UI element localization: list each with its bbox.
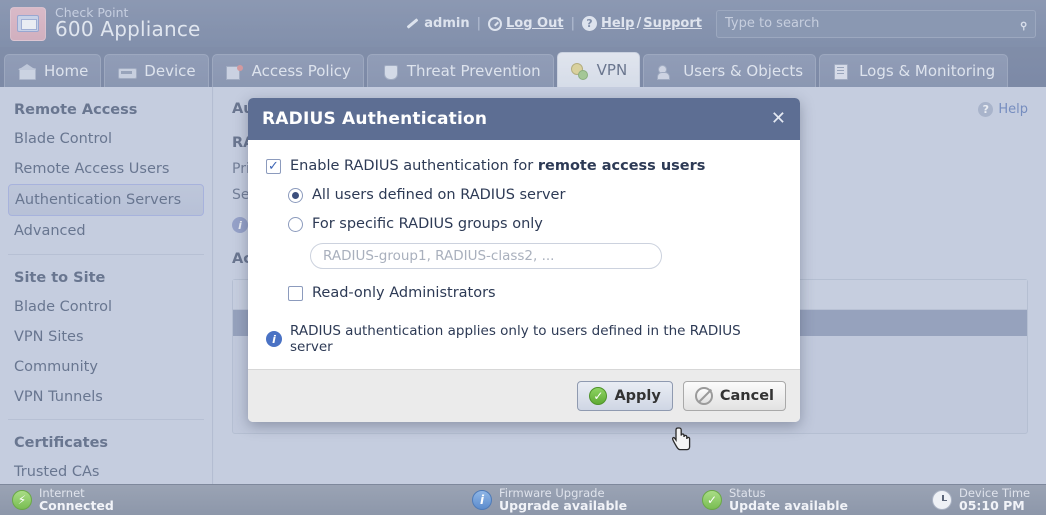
readonly-admins-row[interactable]: Read-only Administrators <box>288 285 782 301</box>
cancel-button-label: Cancel <box>719 388 774 404</box>
readonly-admins-checkbox[interactable] <box>288 285 303 301</box>
dialog-note-text: RADIUS authentication applies only to us… <box>290 323 741 355</box>
status-internet: ⚡ Internet Connected <box>0 487 460 513</box>
apply-button-label: Apply <box>614 388 661 404</box>
close-icon[interactable]: ✕ <box>771 110 786 128</box>
status-firmware: i Firmware Upgrade Upgrade available <box>460 487 690 513</box>
internet-bolt-icon: ⚡ <box>12 489 32 510</box>
status-firmware-text: Firmware Upgrade Upgrade available <box>499 487 627 513</box>
cancel-button[interactable]: Cancel <box>682 381 786 411</box>
status-firmware-value: Upgrade available <box>499 498 628 514</box>
radio-all-users-label: All users defined on RADIUS server <box>312 187 566 203</box>
dialog-footer: ✓ Apply Cancel <box>248 369 800 422</box>
status-update: ✓ Status Update available <box>690 487 920 513</box>
dialog-note: i RADIUS authentication applies only to … <box>266 323 782 355</box>
no-entry-icon <box>694 387 713 405</box>
mouse-cursor-pointer <box>672 427 691 451</box>
dialog-titlebar: RADIUS Authentication ✕ <box>248 98 800 140</box>
dialog-body: Enable RADIUS authentication for remote … <box>248 140 800 369</box>
status-device-time-text: Device Time 05:10 PM <box>959 487 1030 513</box>
enable-radius-bold: remote access users <box>537 158 706 174</box>
radius-groups-input[interactable]: RADIUS-group1, RADIUS-class2, ... <box>310 243 662 269</box>
status-update-value: Update available <box>729 498 849 514</box>
enable-radius-row[interactable]: Enable RADIUS authentication for remote … <box>266 158 782 174</box>
radius-authentication-dialog: RADIUS Authentication ✕ Enable RADIUS au… <box>248 98 800 422</box>
radio-all-users-row[interactable]: All users defined on RADIUS server <box>288 187 782 203</box>
info-icon: i <box>472 489 492 510</box>
status-device-time: Device Time 05:10 PM <box>920 487 1030 513</box>
readonly-admins-label: Read-only Administrators <box>312 285 496 301</box>
apply-button[interactable]: ✓ Apply <box>577 381 673 411</box>
enable-radius-label: Enable RADIUS authentication for remote … <box>290 158 705 174</box>
dialog-title: RADIUS Authentication <box>262 109 488 129</box>
enable-radius-text: Enable RADIUS authentication for <box>290 158 538 174</box>
status-update-text: Status Update available <box>729 487 848 513</box>
radio-specific-groups-label: For specific RADIUS groups only <box>312 216 543 232</box>
status-internet-value: Connected <box>39 498 114 514</box>
check-circle-icon: ✓ <box>589 387 608 405</box>
status-device-time-value: 05:10 PM <box>959 498 1025 514</box>
status-bar: ⚡ Internet Connected i Firmware Upgrade … <box>0 484 1046 515</box>
radio-all-users[interactable] <box>288 187 303 203</box>
status-internet-text: Internet Connected <box>39 487 114 513</box>
radius-groups-placeholder: RADIUS-group1, RADIUS-class2, ... <box>323 248 555 264</box>
clock-icon <box>932 489 952 510</box>
info-icon: i <box>266 331 282 347</box>
radio-specific-groups-row[interactable]: For specific RADIUS groups only <box>288 216 782 232</box>
check-circle-icon: ✓ <box>702 489 722 510</box>
enable-radius-checkbox[interactable] <box>266 158 281 174</box>
radio-specific-groups[interactable] <box>288 216 303 232</box>
